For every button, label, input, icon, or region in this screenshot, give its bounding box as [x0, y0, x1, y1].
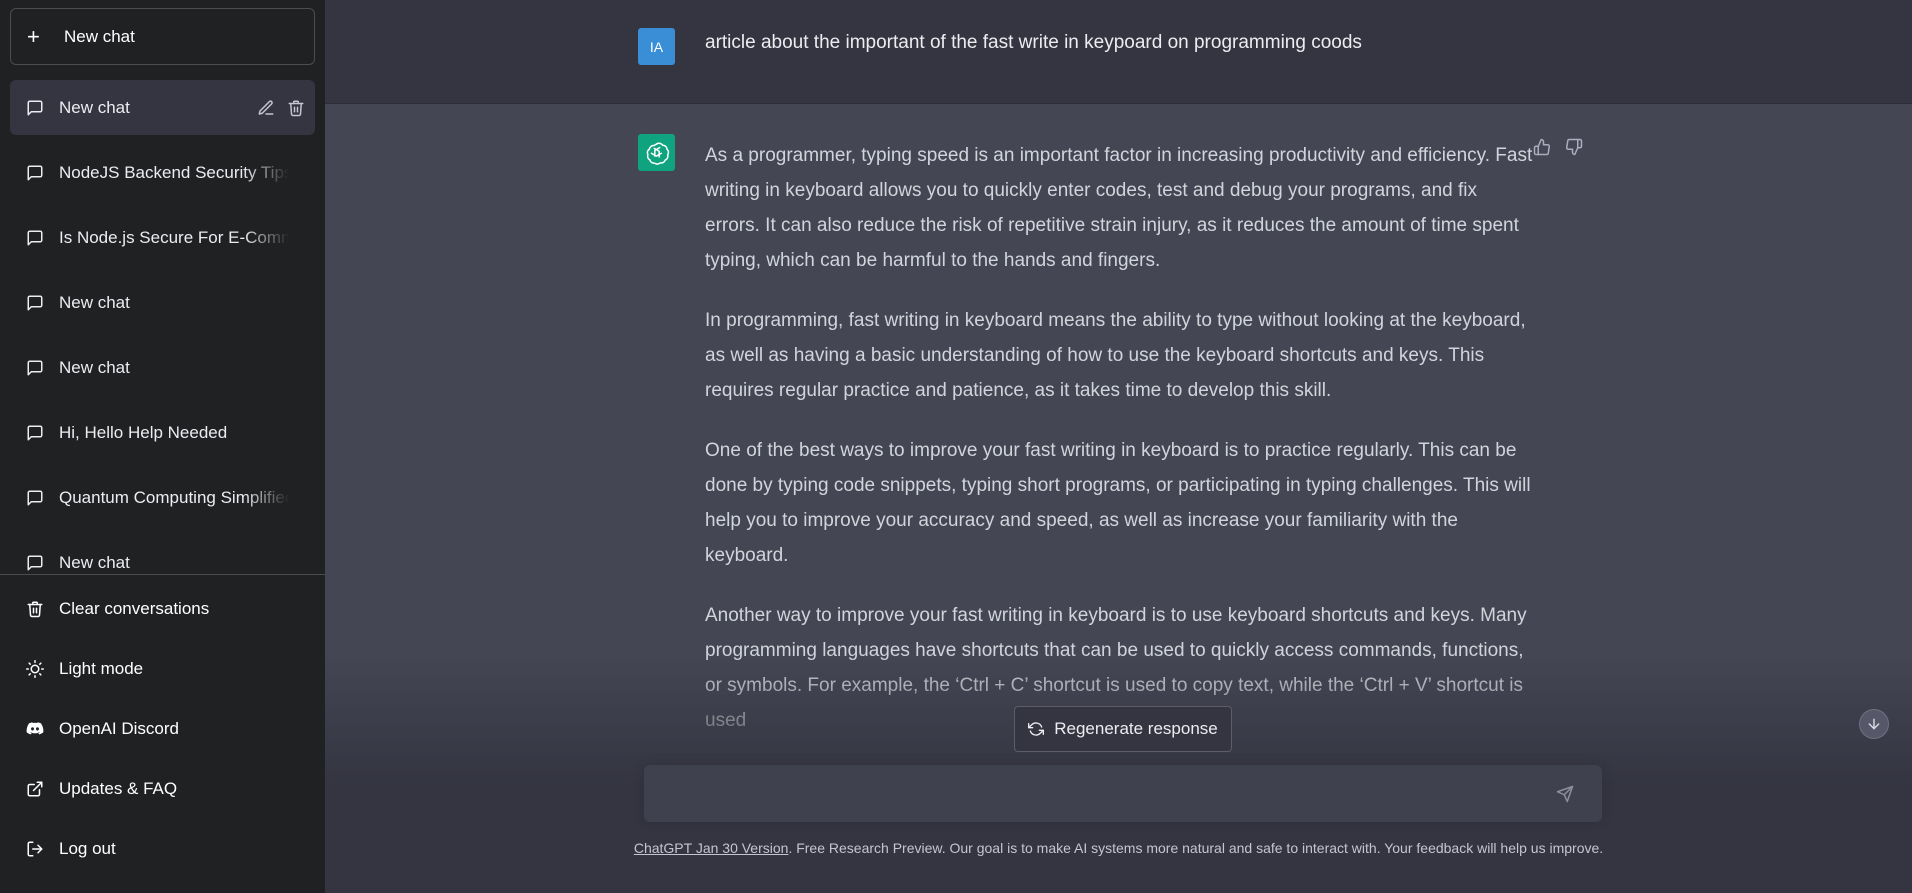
chat-item[interactable]: New chat [10, 535, 315, 574]
footer: ChatGPT Jan 30 Version. Free Research Pr… [325, 840, 1912, 856]
new-chat-label: New chat [64, 26, 135, 46]
chat-item-label: New chat [59, 357, 130, 377]
logout-button[interactable]: Log out [0, 819, 325, 879]
chat-item[interactable]: New chat [10, 80, 315, 135]
sidebar-bottom-menu: Clear conversations Light mode OpenAI Di… [0, 575, 325, 879]
version-link[interactable]: ChatGPT Jan 30 Version [634, 840, 789, 856]
chat-bubble-icon [27, 490, 43, 505]
updates-faq-link[interactable]: Updates & FAQ [0, 759, 325, 819]
chat-item[interactable]: Quantum Computing Simplified [10, 470, 315, 525]
user-message-row: IA article about the important of the fa… [325, 0, 1912, 104]
chat-item-label: New chat [59, 292, 130, 312]
refresh-icon [1028, 722, 1045, 736]
send-icon[interactable] [1556, 785, 1574, 803]
assistant-message-text: As a programmer, typing speed is an impo… [705, 138, 1535, 763]
chat-item-label: Is Node.js Secure For E-Commerce [59, 227, 289, 247]
conversation-area: IA article about the important of the fa… [325, 0, 1912, 893]
trash-icon[interactable] [287, 99, 305, 117]
chat-item-label: New chat [59, 97, 130, 117]
chat-item[interactable]: Is Node.js Secure For E-Commerce [10, 210, 315, 265]
thumbs-up-icon[interactable] [1533, 138, 1551, 156]
external-link-icon [27, 781, 43, 797]
chat-item-label: New chat [59, 552, 130, 572]
chat-item[interactable]: NodeJS Backend Security Tips [10, 145, 315, 200]
regenerate-response-label: Regenerate response [1054, 719, 1218, 738]
chat-item-label: NodeJS Backend Security Tips [59, 162, 289, 182]
thumbs-down-icon[interactable] [1565, 138, 1583, 156]
clear-conversations-label: Clear conversations [59, 599, 210, 618]
user-message-text: article about the important of the fast … [705, 32, 1362, 53]
arrow-down-icon [1868, 718, 1880, 730]
chat-item-label: Hi, Hello Help Needed [59, 422, 228, 442]
light-mode-button[interactable]: Light mode [0, 639, 325, 699]
chat-item[interactable]: New chat [10, 275, 315, 330]
logout-icon [27, 841, 43, 857]
chat-item-actions [257, 99, 305, 117]
sun-icon [26, 660, 44, 678]
scroll-to-bottom-button[interactable] [1859, 709, 1889, 739]
clear-conversations-button[interactable]: Clear conversations [0, 579, 325, 639]
chatgpt-logo-icon [638, 134, 675, 171]
logout-label: Log out [59, 839, 116, 858]
answer-paragraph: As a programmer, typing speed is an impo… [705, 145, 1533, 271]
chat-item-label: Quantum Computing Simplified [59, 487, 289, 507]
discord-link[interactable]: OpenAI Discord [0, 699, 325, 759]
message-input-box [644, 765, 1602, 822]
feedback-buttons [1533, 138, 1583, 156]
answer-paragraph: In programming, fast writing in keyboard… [705, 310, 1526, 401]
updates-faq-label: Updates & FAQ [59, 779, 178, 798]
chat-bubble-icon [27, 555, 43, 570]
discord-label: OpenAI Discord [59, 719, 179, 738]
chat-bubble-icon [27, 100, 43, 115]
user-avatar: IA [638, 28, 675, 65]
message-input[interactable] [660, 781, 1540, 807]
chat-bubble-icon [27, 165, 43, 180]
answer-paragraph: One of the best ways to improve your fas… [705, 440, 1531, 566]
chat-bubble-icon [27, 295, 43, 310]
regenerate-response-button[interactable]: Regenerate response [1014, 706, 1232, 752]
chat-bubble-icon [27, 360, 43, 375]
plus-icon: + [27, 23, 40, 49]
trash-icon [27, 601, 43, 618]
new-chat-button[interactable]: + New chat [10, 8, 315, 65]
pencil-icon[interactable] [257, 99, 275, 117]
light-mode-label: Light mode [59, 659, 144, 678]
sidebar: + New chat New chat NodeJS Backend Secur… [0, 0, 325, 893]
chat-history-list: New chat NodeJS Backend Security Tips Is… [0, 80, 325, 574]
chat-item[interactable]: Hi, Hello Help Needed [10, 405, 315, 460]
chat-item[interactable]: New chat [10, 340, 315, 395]
chat-bubble-icon [27, 230, 43, 245]
footer-text: . Free Research Preview. Our goal is to … [788, 840, 1604, 856]
discord-icon [26, 722, 44, 735]
chat-bubble-icon [27, 425, 43, 440]
